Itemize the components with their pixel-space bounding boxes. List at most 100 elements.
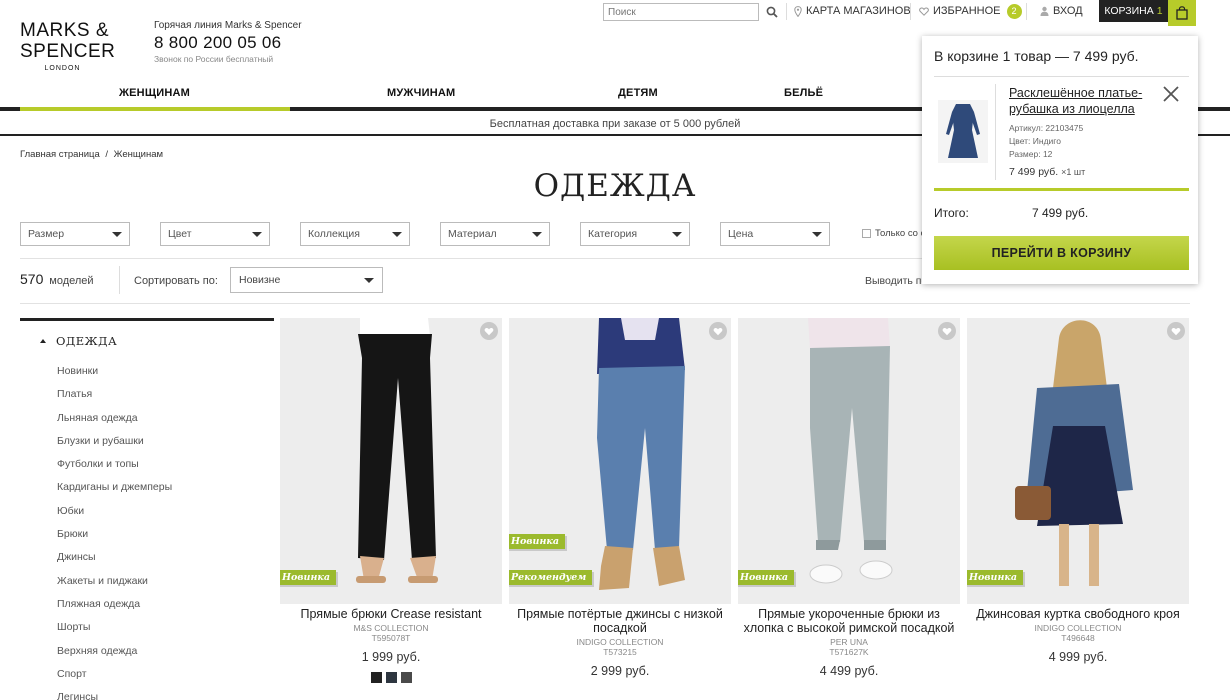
search-button[interactable] — [763, 3, 781, 21]
breadcrumb-separator: / — [105, 149, 109, 160]
nav-men[interactable]: МУЖЧИНАМ — [387, 87, 455, 99]
product-article: T573215 — [603, 647, 637, 657]
cart-item-image[interactable] — [938, 100, 988, 163]
sidebar-item-new[interactable]: Новинки — [57, 365, 172, 388]
sidebar-item-jackets[interactable]: Жакеты и пиджаки — [57, 575, 172, 598]
close-icon — [1163, 86, 1179, 102]
store-map-link[interactable]: КАРТА МАГАЗИНОВ — [794, 0, 911, 22]
shopping-bag-icon — [1176, 6, 1188, 20]
cart-item-name[interactable]: Расклешённое платье-рубашка из лиоцелла — [1009, 85, 1159, 117]
filter-size-label: Размер — [28, 228, 65, 240]
color-swatch[interactable] — [370, 672, 382, 683]
cart-total-label: Итого: — [934, 206, 969, 220]
breadcrumb-home[interactable]: Главная страница — [20, 149, 100, 160]
product-card[interactable]: Новинка Рекомендуем Прямые потёртые джин… — [509, 318, 731, 678]
product-image[interactable]: Новинка — [967, 318, 1189, 604]
product-image[interactable]: Новинка — [738, 318, 960, 604]
product-price: 4 999 руб. — [1048, 650, 1108, 664]
login-label: ВХОД — [1053, 5, 1083, 17]
heart-icon — [484, 327, 494, 335]
sort-select[interactable]: Новизне — [230, 267, 383, 293]
product-price: 2 999 руб. — [590, 664, 650, 678]
brand-logo[interactable]: MARKS & SPENCER LONDON — [20, 20, 115, 72]
filter-category[interactable]: Категория — [580, 222, 690, 246]
filter-color[interactable]: Цвет — [160, 222, 270, 246]
product-name[interactable]: Прямые потёртые джинсы с низкой посадкой — [509, 607, 731, 635]
filter-category-label: Категория — [588, 228, 638, 240]
product-card[interactable]: Новинка Прямые брюки Crease resistant M&… — [280, 318, 502, 683]
filter-material-label: Материал — [448, 228, 497, 240]
hotline-phone[interactable]: 8 800 200 05 06 — [154, 33, 302, 53]
favorite-button[interactable] — [938, 322, 956, 340]
sidebar-item-jeans[interactable]: Джинсы — [57, 551, 172, 574]
product-card[interactable]: Новинка Прямые укороченные брюки из хлоп… — [738, 318, 960, 678]
nav-women[interactable]: ЖЕНЩИНАМ — [119, 87, 190, 99]
search-input[interactable] — [603, 3, 759, 21]
sidebar-item-blouses[interactable]: Блузки и рубашки — [57, 435, 172, 458]
store-map-label: КАРТА МАГАЗИНОВ — [806, 5, 911, 17]
cart-total-value: 7 499 руб. — [1032, 206, 1089, 220]
dropdown-arrow-icon — [252, 231, 262, 237]
product-name[interactable]: Джинсовая куртка свободного кроя — [967, 607, 1189, 621]
favorite-button[interactable] — [480, 322, 498, 340]
product-count: 570 моделей — [20, 271, 94, 287]
sidebar-item-tshirts[interactable]: Футболки и топы — [57, 458, 172, 481]
remove-item-button[interactable] — [1162, 85, 1180, 103]
sidebar-item-linen[interactable]: Льняная одежда — [57, 412, 172, 435]
favorite-button[interactable] — [709, 322, 727, 340]
sidebar-item-skirts[interactable]: Юбки — [57, 505, 172, 528]
dropdown-arrow-icon — [112, 231, 122, 237]
go-to-cart-button[interactable]: ПЕРЕЙТИ В КОРЗИНУ — [934, 236, 1189, 270]
sort-value: Новизне — [239, 274, 281, 286]
filter-price[interactable]: Цена — [720, 222, 830, 246]
sidebar-heading-label: ОДЕЖДА — [56, 334, 118, 348]
cart-popup-heading: В корзине 1 товар — 7 499 руб. — [934, 48, 1139, 64]
sidebar-category-list: Новинки Платья Льняная одежда Блузки и р… — [57, 365, 172, 700]
new-tag: Новинка — [280, 570, 336, 585]
divider — [910, 3, 911, 20]
heart-icon — [713, 327, 723, 335]
nav-lingerie[interactable]: БЕЛЬЁ — [784, 87, 823, 99]
product-image[interactable]: Новинка — [280, 318, 502, 604]
sidebar-item-dresses[interactable]: Платья — [57, 388, 172, 411]
sidebar-item-sport[interactable]: Спорт — [57, 668, 172, 691]
sidebar-item-leggings[interactable]: Легинсы — [57, 691, 172, 700]
color-swatch[interactable] — [385, 672, 397, 683]
login-link[interactable]: ВХОД — [1040, 0, 1083, 22]
divider — [934, 76, 1189, 77]
only-checkbox[interactable] — [862, 229, 871, 238]
cart-count: 1 — [1156, 5, 1163, 17]
cart-bag-button[interactable] — [1168, 0, 1196, 26]
product-collection: INDIGO COLLECTION — [1034, 623, 1122, 633]
color-swatch[interactable] — [400, 672, 412, 683]
hotline-title: Горячая линия Marks & Spencer — [154, 20, 302, 31]
nav-kids[interactable]: ДЕТЯМ — [618, 87, 658, 99]
product-name[interactable]: Прямые укороченные брюки из хлопка с выс… — [738, 607, 960, 635]
product-article: T571627K — [829, 647, 869, 657]
breadcrumb: Главная страница / Женщинам — [20, 149, 166, 160]
sidebar-item-cardigans[interactable]: Кардиганы и джемперы — [57, 481, 172, 504]
product-card[interactable]: Новинка Джинсовая куртка свободного кроя… — [967, 318, 1189, 664]
favorites-link[interactable]: ИЗБРАННОЕ 2 — [919, 0, 1022, 22]
sidebar-item-trousers[interactable]: Брюки — [57, 528, 172, 551]
sidebar-item-shorts[interactable]: Шорты — [57, 621, 172, 644]
black-trousers-image — [280, 318, 502, 604]
cart-item-article: Артикул: 22103475 — [1009, 123, 1084, 133]
filter-material[interactable]: Материал — [440, 222, 550, 246]
favorite-button[interactable] — [1167, 322, 1185, 340]
favorites-label: ИЗБРАННОЕ — [933, 5, 1001, 17]
sidebar-item-outerwear[interactable]: Верхняя одежда — [57, 645, 172, 668]
product-article: T595078T — [371, 633, 411, 643]
sidebar-top-rule — [20, 318, 274, 321]
filter-collection[interactable]: Коллекция — [300, 222, 410, 246]
sidebar-item-beachwear[interactable]: Пляжная одежда — [57, 598, 172, 621]
filter-size[interactable]: Размер — [20, 222, 130, 246]
hotline: Горячая линия Marks & Spencer 8 800 200 … — [154, 20, 302, 64]
product-name[interactable]: Прямые брюки Crease resistant — [280, 607, 502, 621]
cart-label: КОРЗИНА — [1104, 5, 1154, 17]
recommended-tag: Рекомендуем — [509, 570, 593, 585]
cart-button[interactable]: КОРЗИНА 1 — [1099, 0, 1168, 22]
sidebar-heading[interactable]: ОДЕЖДА — [40, 334, 117, 348]
dropdown-arrow-icon — [364, 277, 374, 283]
product-image[interactable]: Новинка Рекомендуем — [509, 318, 731, 604]
